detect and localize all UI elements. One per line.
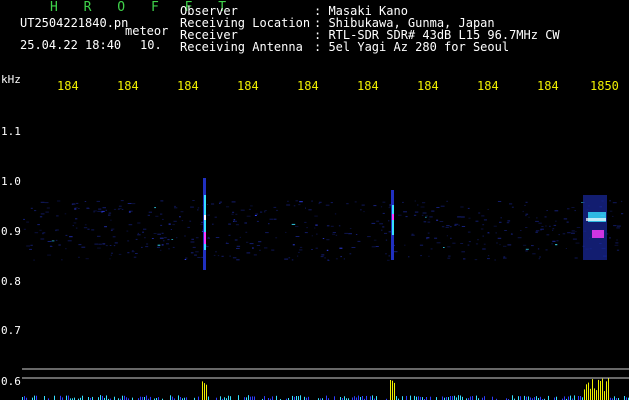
y-tick-0.8: 0.8: [1, 275, 21, 288]
y-tick-0.9: 0.9: [1, 225, 21, 238]
count-label: 10.: [140, 38, 162, 52]
spectrogram-canvas: [22, 178, 629, 400]
antenna-value: : 5el Yagi Az 280 for Seoul: [314, 40, 510, 54]
x-tick-8: 184: [477, 79, 499, 93]
x-tick-4: 184: [237, 79, 259, 93]
x-tick-7: 184: [417, 79, 439, 93]
x-tick-9: 184: [537, 79, 559, 93]
x-tick-6: 184: [357, 79, 379, 93]
x-tick-1: 184: [57, 79, 79, 93]
y-tick-1.1: 1.1: [1, 125, 21, 138]
y-tick-0.6: 0.6: [1, 375, 21, 388]
y-tick-0.7: 0.7: [1, 324, 21, 337]
meteor-echo-2: [391, 190, 394, 260]
x-tick-10: 1850: [590, 79, 619, 93]
meteor-echo-3: [583, 195, 607, 260]
y-axis-unit: kHz: [1, 73, 21, 86]
x-tick-5: 184: [297, 79, 319, 93]
noise-band: [23, 200, 624, 261]
y-tick-1.0: 1.0: [1, 175, 21, 188]
filename-label: UT2504221840.pn: [20, 16, 129, 30]
datetime-label: 25.04.22 18:40: [20, 38, 122, 52]
x-tick-3: 184: [177, 79, 199, 93]
antenna-label: Receiving Antenna: [180, 40, 303, 54]
observation-type: meteor: [125, 24, 169, 38]
x-tick-2: 184: [117, 79, 139, 93]
activity-bars: [22, 378, 629, 400]
meteor-echo-1: [203, 178, 206, 270]
